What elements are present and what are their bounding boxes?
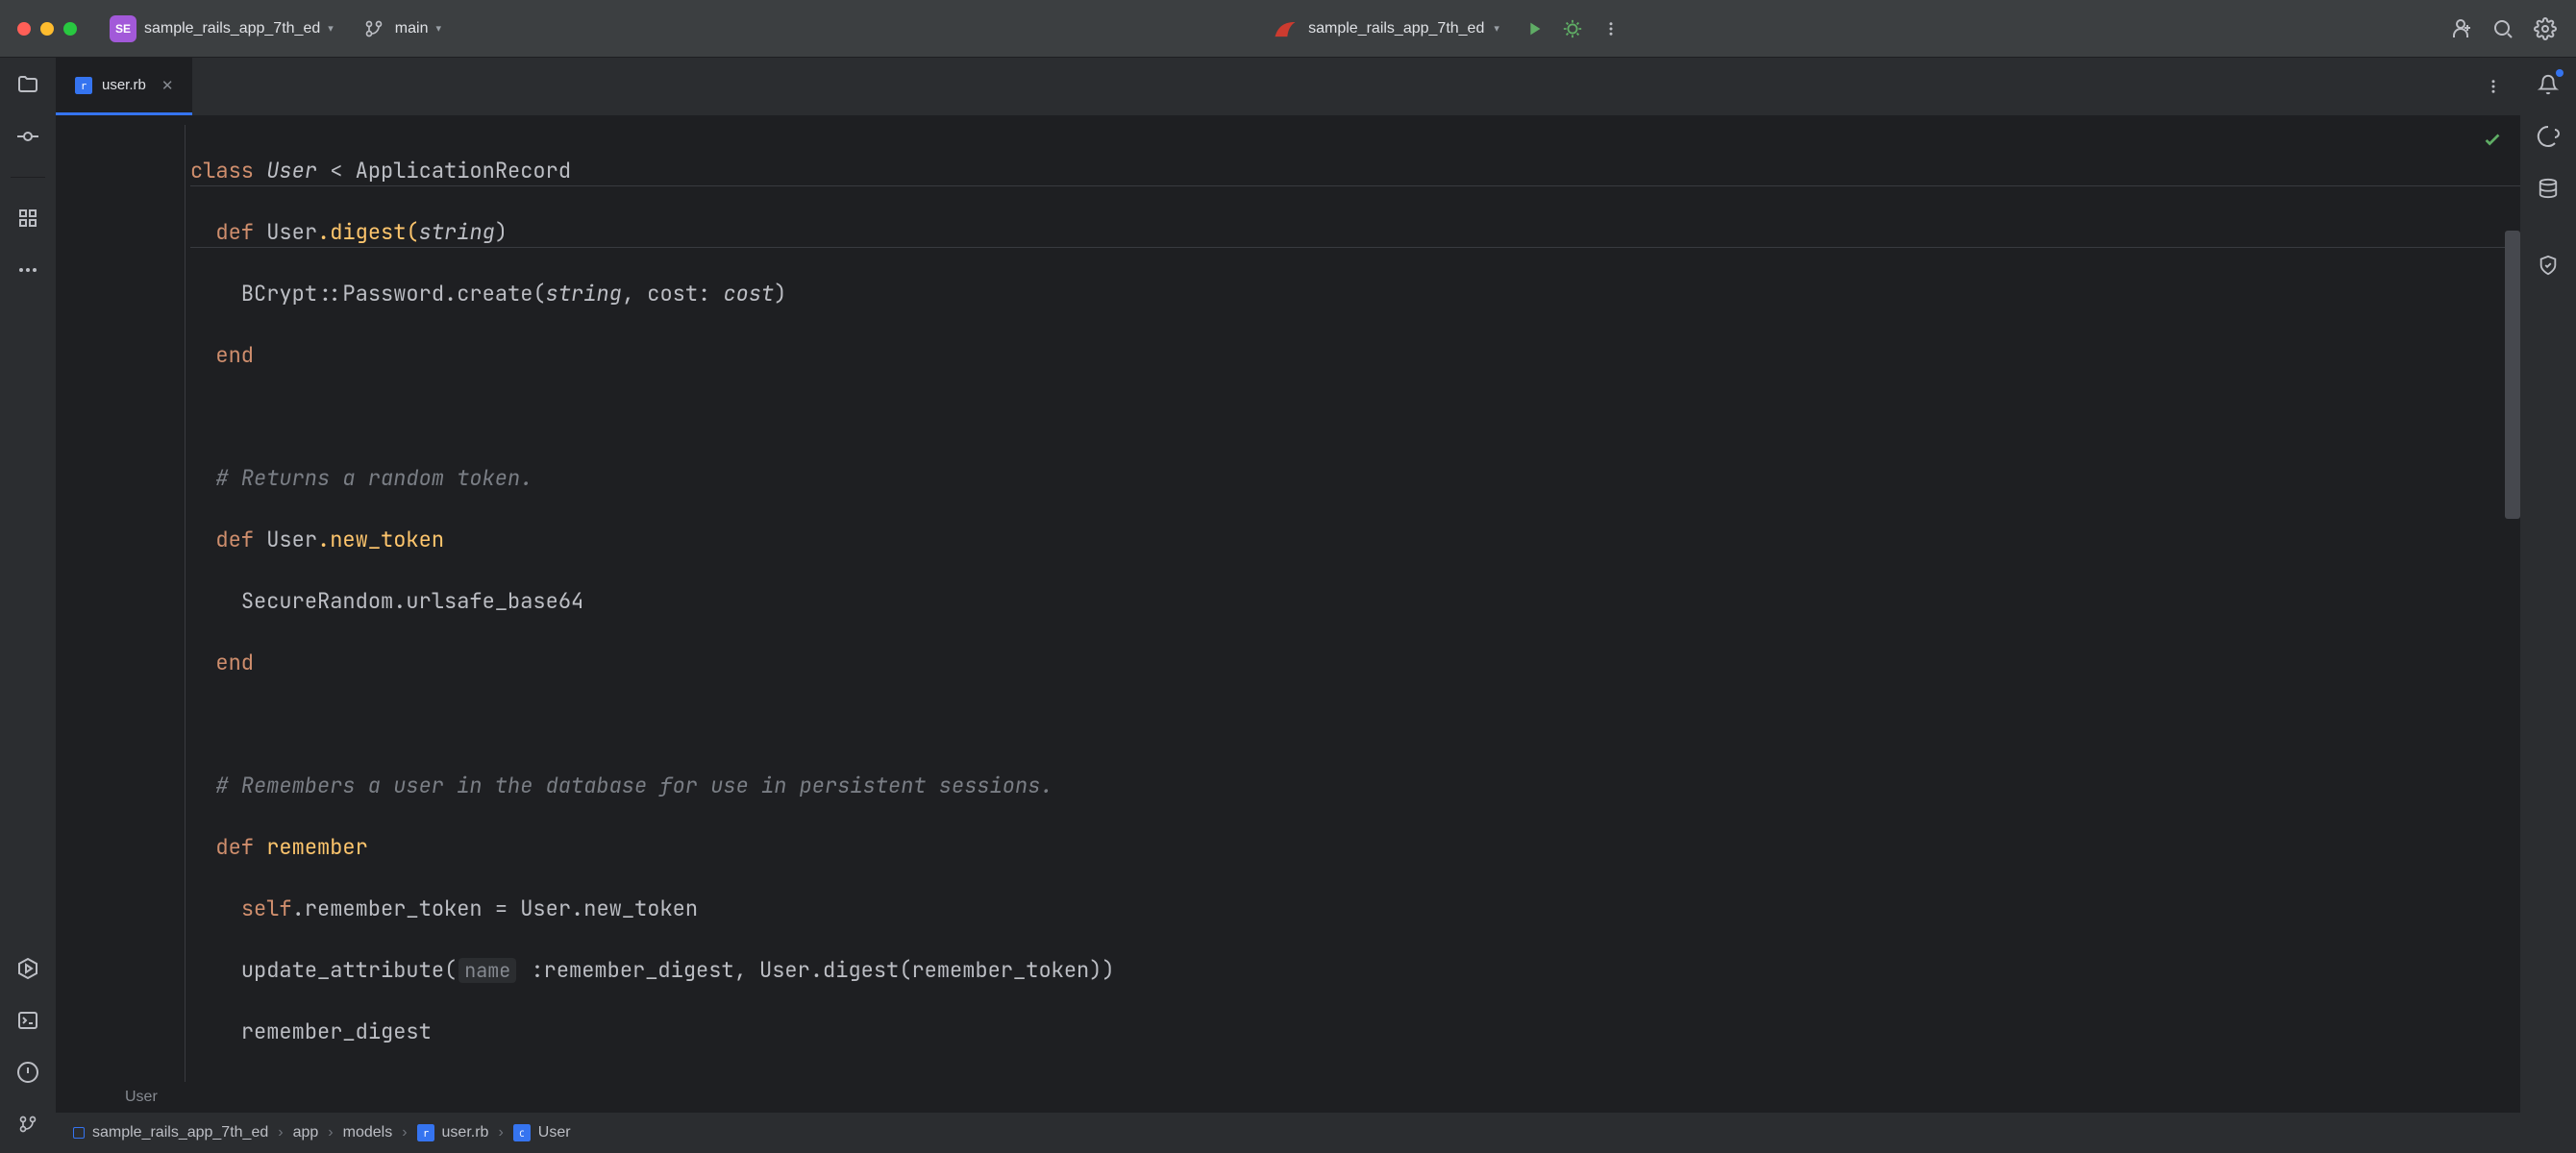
chevron-down-icon: ▾ — [1494, 22, 1499, 35]
gutter-divider — [185, 125, 186, 1082]
code-with-me-button[interactable] — [2447, 15, 2474, 42]
ai-assistant-button[interactable] — [2535, 123, 2562, 150]
code-content: class User < ApplicationRecord def User.… — [56, 115, 2520, 1082]
branch-selector[interactable]: main ▾ — [353, 13, 449, 44]
chevron-down-icon: ▾ — [435, 22, 441, 35]
breadcrumb-models[interactable]: models — [343, 1124, 393, 1141]
editor-status-line: User — [56, 1082, 2520, 1113]
chevron-right-icon: › — [498, 1124, 503, 1141]
vertical-scrollbar[interactable] — [2505, 231, 2520, 519]
chevron-right-icon: › — [278, 1124, 283, 1141]
window-maximize-button[interactable] — [63, 22, 77, 36]
project-badge: SE — [110, 15, 136, 42]
project-tool-button[interactable] — [14, 71, 41, 98]
titlebar: SE sample_rails_app_7th_ed ▾ main ▾ samp… — [0, 0, 2576, 58]
rails-icon — [1272, 15, 1299, 42]
breadcrumb-app[interactable]: app — [293, 1124, 319, 1141]
run-button[interactable] — [1521, 15, 1548, 42]
editor-tabs: r user.rb ✕ — [56, 58, 2520, 115]
debug-button[interactable] — [1559, 15, 1586, 42]
shield-tool-button[interactable] — [2535, 252, 2562, 279]
breadcrumb-class[interactable]: C User — [513, 1124, 571, 1141]
notifications-button[interactable] — [2535, 71, 2562, 98]
more-tool-windows-button[interactable] — [14, 257, 41, 283]
breadcrumb-label: sample_rails_app_7th_ed — [92, 1124, 268, 1141]
vcs-tool-button[interactable] — [14, 1111, 41, 1138]
problems-tool-button[interactable] — [14, 1059, 41, 1086]
context-label: User — [125, 1089, 158, 1106]
window-minimize-button[interactable] — [40, 22, 54, 36]
breadcrumb-root[interactable]: sample_rails_app_7th_ed — [73, 1124, 268, 1141]
left-tool-window-bar — [0, 58, 56, 1153]
code-editor[interactable]: class User < ApplicationRecord def User.… — [56, 115, 2520, 1082]
breadcrumb-bar: sample_rails_app_7th_ed › app › models ›… — [56, 1113, 2520, 1153]
run-tool-button[interactable] — [14, 955, 41, 982]
branch-name: main — [395, 20, 429, 37]
run-configuration-selector[interactable]: sample_rails_app_7th_ed ▾ — [1272, 15, 1499, 42]
more-actions-button[interactable] — [1598, 15, 1624, 42]
chevron-down-icon: ▾ — [328, 22, 334, 35]
project-selector[interactable]: SE sample_rails_app_7th_ed ▾ — [102, 13, 341, 44]
editor-tab-user-rb[interactable]: r user.rb ✕ — [56, 58, 192, 115]
settings-button[interactable] — [2532, 15, 2559, 42]
ruby-file-icon: r — [75, 77, 92, 94]
svg-text:r: r — [81, 80, 87, 91]
svg-text:C: C — [519, 1130, 524, 1140]
right-tool-window-bar — [2520, 58, 2576, 1153]
search-everywhere-button[interactable] — [2489, 15, 2516, 42]
project-name: sample_rails_app_7th_ed — [144, 20, 320, 37]
svg-text:r: r — [422, 1128, 428, 1140]
module-icon — [73, 1127, 85, 1139]
tab-actions-button[interactable] — [2480, 73, 2507, 100]
terminal-tool-button[interactable] — [14, 1007, 41, 1034]
structure-tool-button[interactable] — [14, 205, 41, 232]
window-controls — [17, 22, 77, 36]
database-tool-button[interactable] — [2535, 175, 2562, 202]
breadcrumb-file[interactable]: r user.rb — [417, 1124, 489, 1141]
window-close-button[interactable] — [17, 22, 31, 36]
inspection-ok-icon[interactable] — [2482, 129, 2503, 150]
parameter-hint: name — [458, 958, 516, 983]
commit-tool-button[interactable] — [14, 123, 41, 150]
chevron-right-icon: › — [328, 1124, 333, 1141]
chevron-right-icon: › — [402, 1124, 407, 1141]
tab-label: user.rb — [102, 77, 146, 93]
close-tab-button[interactable]: ✕ — [161, 77, 174, 94]
run-config-name: sample_rails_app_7th_ed — [1308, 20, 1484, 37]
git-branch-icon — [360, 15, 387, 42]
